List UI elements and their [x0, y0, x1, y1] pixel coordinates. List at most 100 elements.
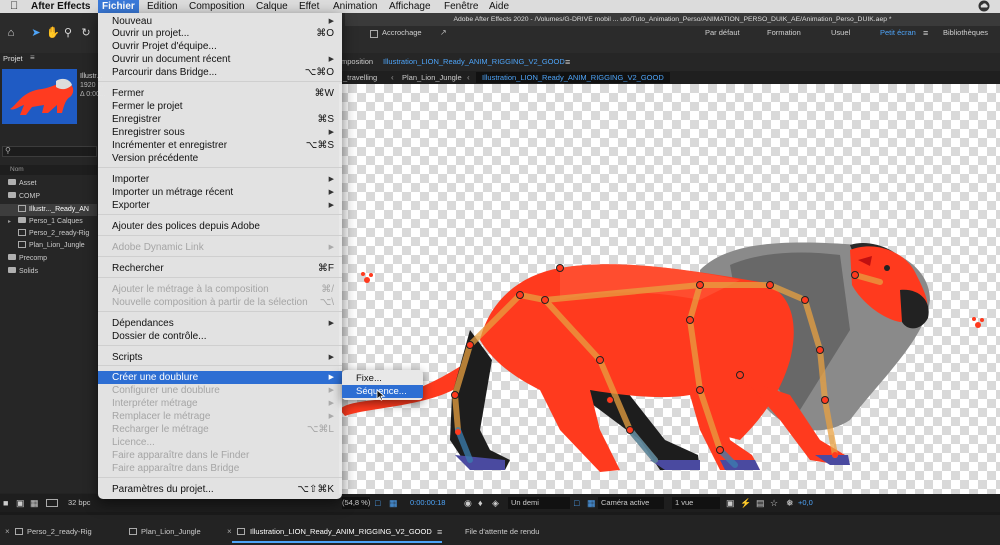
composition-name[interactable]: Illustration_LION_Ready_ANIM_RIGGING_V2_…	[383, 53, 565, 71]
project-item[interactable]: Illustr..._Ready_AN	[0, 204, 97, 216]
views-dropdown[interactable]: 1 vue	[672, 497, 720, 509]
apple-icon[interactable]: 	[10, 0, 18, 13]
workspace-menu-icon[interactable]: ≡	[923, 13, 928, 53]
file-menu-item[interactable]: Rechercher ⌘F	[98, 263, 342, 275]
bit-depth-label[interactable]: 32 bpc	[68, 494, 91, 512]
proxy-icon[interactable]: ▦	[30, 494, 39, 512]
timeline-tab-perso2[interactable]: Perso_2_ready-Rig	[27, 525, 92, 539]
menu-effet[interactable]: Effet	[299, 0, 319, 13]
exposure-value[interactable]: +0,0	[798, 494, 813, 512]
project-search-input[interactable]: ⚲	[2, 146, 97, 157]
zoom-dropdown[interactable]: (54,8 %)	[342, 497, 370, 509]
show-snapshot-icon[interactable]: ♦	[478, 494, 483, 512]
transparency-grid-icon[interactable]: ▦	[587, 494, 596, 512]
workspace-formation[interactable]: Formation	[767, 13, 801, 53]
close-icon[interactable]: ×	[227, 525, 232, 539]
file-menu-item[interactable]: Parcourir dans Bridge... ⌥⌘O	[98, 67, 342, 79]
menu-fenetre[interactable]: Fenêtre	[444, 0, 478, 13]
column-header-name[interactable]: Nom	[0, 165, 97, 175]
file-menu-item[interactable]: Ouvrir un projet... ⌘O	[98, 28, 342, 40]
file-menu-item[interactable]: Ajouter des polices depuis Adobe	[98, 221, 342, 233]
workspace-bibliotheques[interactable]: Bibliothèques	[943, 13, 988, 53]
timeline-tab-plan-lion[interactable]: Plan_Lion_Jungle	[141, 525, 201, 539]
file-menu-item[interactable]: Importer un métrage récent ▶	[98, 187, 342, 199]
menu-animation[interactable]: Animation	[333, 0, 377, 13]
file-menu-item[interactable]: Enregistrer ⌘S	[98, 114, 342, 126]
snapshot-icon[interactable]: ◉	[464, 494, 472, 512]
submenu-item-fixe[interactable]: Fixe...	[342, 372, 423, 385]
zoom-tool-icon[interactable]: ⚲	[62, 27, 74, 39]
timeline-tab-render-queue[interactable]: File d'attente de rendu	[465, 525, 539, 539]
region-icon[interactable]: ▣	[16, 494, 25, 512]
menu-affichage[interactable]: Affichage	[389, 0, 431, 13]
menu-separator	[98, 235, 342, 236]
panel-menu-icon[interactable]: ≡	[437, 525, 442, 539]
project-item[interactable]: Perso_2_ready-Rig	[0, 228, 97, 240]
fast-previews-icon[interactable]: ⚡	[740, 494, 751, 512]
file-menu-item[interactable]: Importer ▶	[98, 174, 342, 186]
menu-item-label: Parcourir dans Bridge...	[112, 67, 218, 78]
menu-fichier[interactable]: Fichier	[98, 0, 139, 13]
file-menu-item[interactable]: Fermer ⌘W	[98, 88, 342, 100]
color-depth-icon[interactable]	[46, 499, 58, 507]
file-menu-item[interactable]: Ouvrir Projet d'équipe...	[98, 41, 342, 53]
file-menu-item[interactable]: Version précédente	[98, 153, 342, 165]
project-item[interactable]: ▸ Perso_1 Calques	[0, 216, 97, 228]
timeline-icon[interactable]: ▤	[756, 494, 765, 512]
home-icon[interactable]: ⌂	[5, 27, 17, 39]
menu-calque[interactable]: Calque	[256, 0, 288, 13]
nav-comp-travelling[interactable]: _travelling	[343, 71, 377, 84]
file-menu-item[interactable]: Dossier de contrôle...	[98, 331, 342, 343]
color-channels-icon[interactable]: ◈	[492, 494, 499, 512]
timecode-display[interactable]: 0:00:00:18	[410, 494, 445, 512]
file-menu-item[interactable]: Créer une doublure ▶	[98, 372, 342, 384]
grid-icon[interactable]: ▦	[389, 494, 398, 512]
project-item[interactable]: Precomp	[0, 253, 97, 265]
file-menu-item[interactable]: Incrémenter et enregistrer ⌥⌘S	[98, 140, 342, 152]
close-icon[interactable]: ×	[5, 525, 10, 539]
project-item[interactable]: Solids	[0, 266, 97, 278]
app-menu[interactable]: After Effects	[31, 0, 90, 13]
file-menu-item[interactable]: Enregistrer sous ▶	[98, 127, 342, 139]
nav-comp-plan-lion[interactable]: Plan_Lion_Jungle	[402, 71, 462, 84]
render-icon[interactable]: ■	[3, 494, 8, 512]
project-item[interactable]: COMP	[0, 191, 97, 203]
selection-tool-icon[interactable]: ➤	[30, 27, 42, 39]
file-menu-item[interactable]: Ouvrir un document récent ▶	[98, 54, 342, 66]
exposure-icon[interactable]: ❅	[786, 494, 794, 512]
workspace-petit-ecran[interactable]: Petit écran	[880, 13, 916, 53]
menu-item-shortcut: ⌥\	[319, 297, 334, 308]
hand-tool-icon[interactable]: ✋	[46, 27, 60, 39]
menu-edition[interactable]: Edition	[147, 0, 178, 13]
safe-zones-icon[interactable]: □	[375, 494, 380, 512]
menu-aide[interactable]: Aide	[489, 0, 509, 13]
menu-composition[interactable]: Composition	[189, 0, 245, 13]
file-menu-item[interactable]: Paramètres du projet... ⌥⇧⌘K	[98, 484, 342, 496]
workspace-par-defaut[interactable]: Par défaut	[705, 13, 740, 53]
project-item[interactable]: Plan_Lion_Jungle	[0, 240, 97, 252]
flowchart-icon[interactable]: ☆	[770, 494, 778, 512]
camera-dropdown[interactable]: Caméra active	[598, 497, 664, 509]
file-menu-item[interactable]: Scripts ▶	[98, 352, 342, 364]
file-menu-item[interactable]: Nouveau ▶	[98, 16, 342, 28]
creative-cloud-icon[interactable]	[978, 0, 990, 12]
submenu-arrow-icon: ▶	[328, 56, 334, 63]
rotate-tool-icon[interactable]: ↻	[80, 27, 92, 39]
snap-options-icon[interactable]: ↗	[440, 28, 447, 37]
region-of-interest-icon[interactable]: □	[574, 494, 579, 512]
layout-icon[interactable]: ▣	[726, 494, 735, 512]
project-item[interactable]: Asset	[0, 178, 97, 190]
nav-comp-current[interactable]: Illustration_LION_Ready_ANIM_RIGGING_V2_…	[476, 72, 670, 83]
timeline-tab-illustration[interactable]: Illustration_LION_Ready_ANIM_RIGGING_V2_…	[250, 525, 432, 539]
menu-item-label: Importer un métrage récent	[112, 187, 234, 198]
menu-item-label: Enregistrer sous	[112, 127, 185, 138]
panel-menu-icon[interactable]: ≡	[565, 53, 570, 71]
snapping-checkbox[interactable]	[370, 30, 378, 38]
panel-menu-icon[interactable]: ≡	[30, 53, 35, 62]
file-menu-item[interactable]: Exporter ▶	[98, 200, 342, 212]
file-menu-item[interactable]: Dépendances ▶	[98, 318, 342, 330]
composition-viewer[interactable]	[339, 84, 1000, 494]
workspace-usuel[interactable]: Usuel	[831, 13, 850, 53]
file-menu-item[interactable]: Fermer le projet	[98, 101, 342, 113]
resolution-dropdown[interactable]: Un demi	[508, 497, 570, 509]
